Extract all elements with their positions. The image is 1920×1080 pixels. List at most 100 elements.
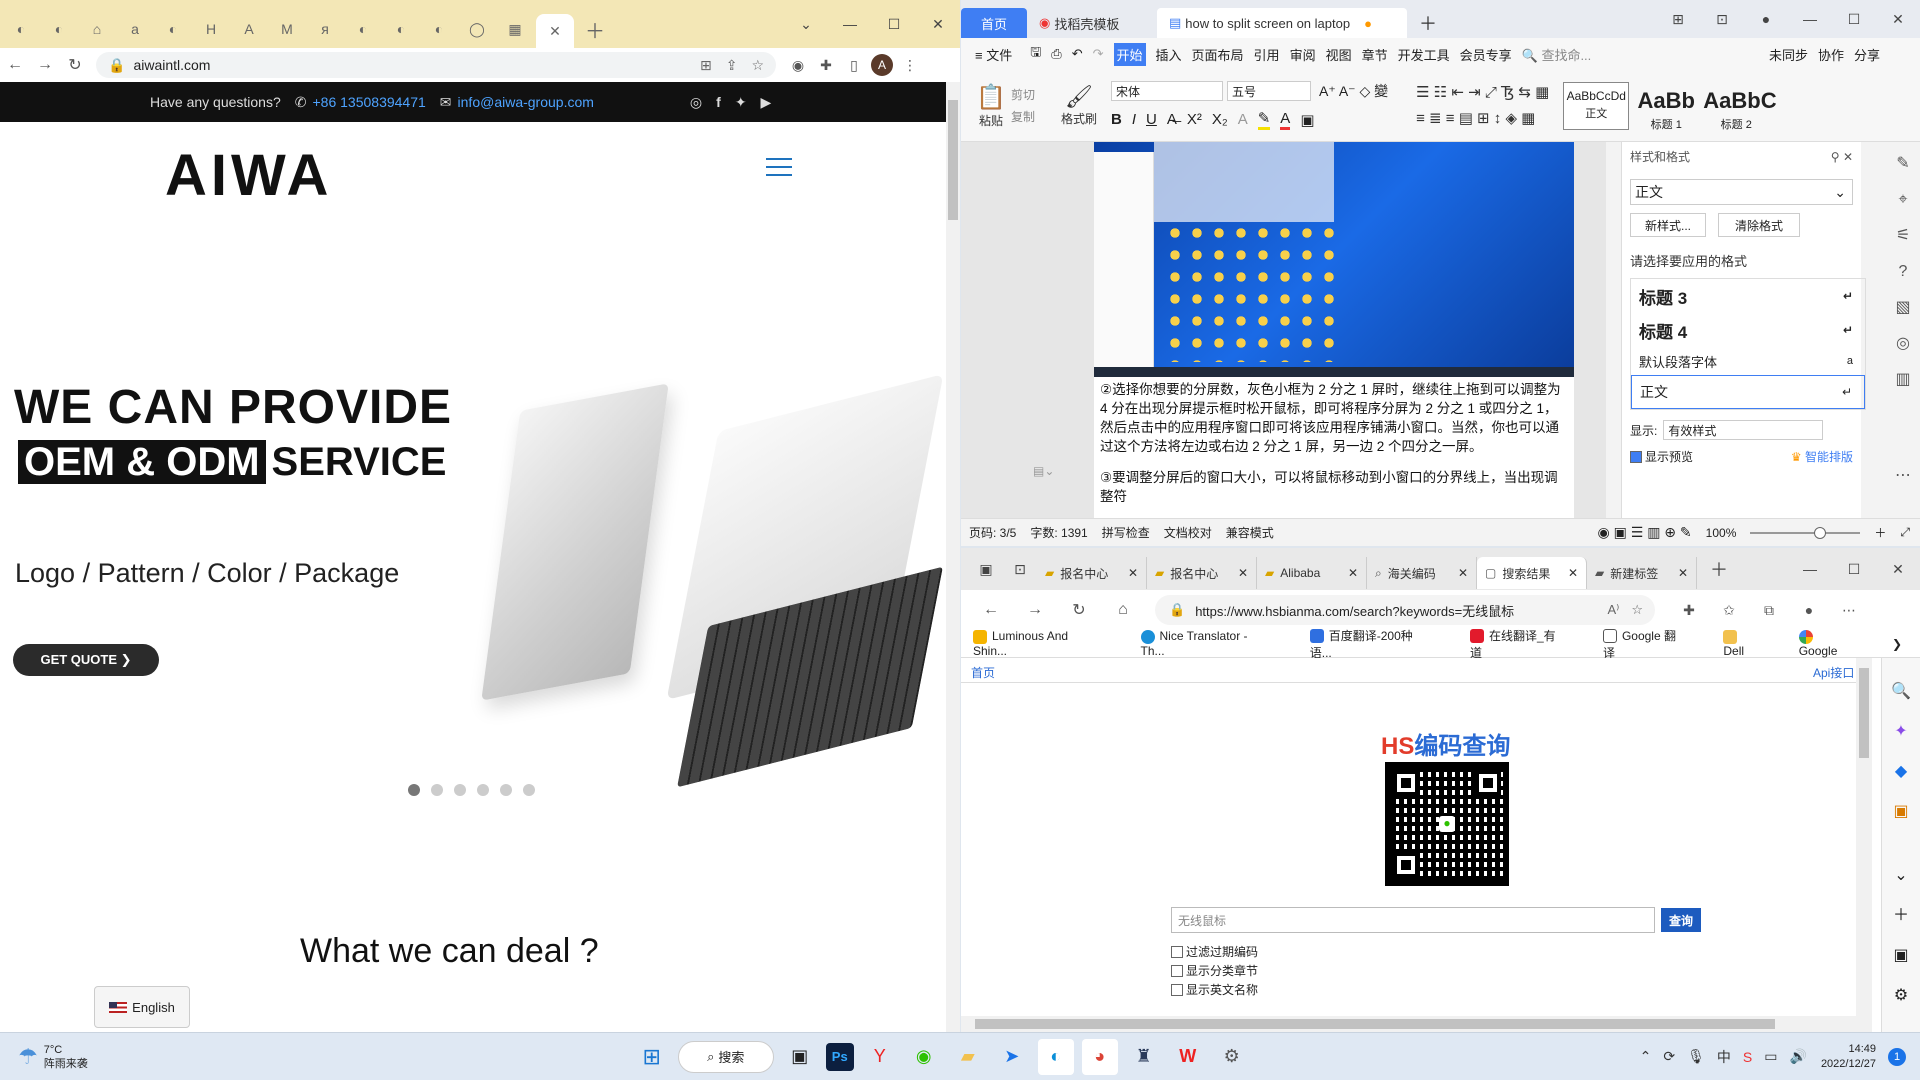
edge-extensions-icon[interactable]: ✚ [1669, 596, 1709, 624]
highlight-button[interactable]: ✎ [1257, 109, 1271, 130]
skin-icon[interactable]: ⊡ [1700, 4, 1744, 34]
location-icon[interactable]: ◎ [1886, 326, 1920, 362]
taskbar-search[interactable]: ⌕ 搜索 [677, 1040, 774, 1073]
edge-new-tab-button[interactable]: ＋ [1697, 554, 1741, 584]
edge-forward-button[interactable]: → [1013, 595, 1057, 625]
chrome-tab[interactable]: ◯ [460, 15, 494, 43]
view-icons[interactable]: ◉ ▣ ☰ ▥ ⊕ ✎ [1598, 524, 1692, 541]
new-style-button[interactable]: 新样式... [1630, 213, 1706, 237]
sidebar-search-icon[interactable]: 🔍 [1882, 672, 1920, 712]
photoshop-icon[interactable]: Ps [825, 1042, 854, 1071]
copy-button[interactable]: 复制 [1011, 106, 1057, 128]
style-normal[interactable]: AaBbCcDd 正文 [1563, 81, 1630, 130]
font-grow-icon[interactable]: A⁺ A⁻ ◇ 變 [1319, 81, 1388, 101]
share-icon[interactable]: ⇪ [726, 57, 738, 74]
facebook-icon[interactable]: f [716, 94, 721, 110]
edge-home-button[interactable]: ⌂ [1101, 595, 1145, 625]
style-item-default-font[interactable]: 默认段落字体 a [1631, 347, 1865, 375]
edge-tab[interactable]: ▰ 报名中心 ✕ [1147, 557, 1257, 589]
youtube-icon[interactable]: ▶ [761, 94, 772, 111]
wps-new-tab-button[interactable]: ＋ [1407, 8, 1449, 38]
current-style-select[interactable]: 正文 ⌄ [1630, 179, 1853, 205]
bookmark-baidu[interactable]: 百度翻译-200种语... [1309, 627, 1452, 661]
wps-tray-icon[interactable]: S [1743, 1049, 1752, 1065]
zoom-level[interactable]: 100% [1706, 526, 1737, 540]
clear-format-icon[interactable]: A [1238, 111, 1248, 128]
extension-colorful-icon[interactable]: ◉ [784, 51, 812, 79]
smart-layout-link[interactable]: ♛ 智能排版 [1791, 448, 1853, 465]
keyword-search-input[interactable]: 无线鼠标 [1171, 907, 1655, 933]
chrome-tab[interactable]: H [194, 15, 228, 43]
carousel-dot[interactable] [431, 784, 443, 796]
tab-search-icon[interactable]: ⌄ [784, 9, 828, 39]
tab-close-icon[interactable]: ✕ [1238, 566, 1248, 580]
style-item-h3[interactable]: 标题 3 ↵ [1631, 279, 1865, 313]
workspaces-icon[interactable]: ⊡ [1003, 554, 1037, 584]
chrome-tab[interactable]: a [118, 15, 152, 43]
settings-taskbar-icon[interactable]: ⚙ [1214, 1039, 1250, 1075]
start-button[interactable]: ⊞ [634, 1039, 670, 1075]
sidebar-layout-icon[interactable]: ▣ [1882, 936, 1920, 976]
clock[interactable]: 14:49 2022/12/27 [1821, 1042, 1876, 1072]
edge-horizontal-scrollbar[interactable] [961, 1016, 1856, 1032]
edge-maximize-button[interactable]: ☐ [1832, 554, 1876, 584]
weather-widget[interactable]: ☂ 7°C 阵雨来袭 [18, 1043, 88, 1071]
sidebar-copilot-icon[interactable]: ✦ [1882, 712, 1920, 752]
sync-icon[interactable]: ⟳ [1663, 1048, 1675, 1065]
close-window-button[interactable]: ✕ [916, 9, 960, 39]
quick-print-icon[interactable]: ⎙ [1051, 46, 1061, 62]
menu-review[interactable]: 审阅 [1290, 45, 1316, 64]
zoom-in-icon[interactable]: ＋ [1874, 524, 1886, 541]
read-aloud-icon[interactable]: A⁾ [1607, 602, 1619, 618]
font-name-select[interactable]: 宋体 [1111, 81, 1223, 101]
edit-style-icon[interactable]: ✎ [1886, 146, 1920, 182]
show-chapters-option[interactable]: 显示分类章节 [1171, 962, 1258, 979]
bookmark-luminous[interactable]: Luminous And Shin... [973, 629, 1123, 658]
collab-button[interactable]: 协作 [1818, 45, 1844, 64]
char-border-button[interactable]: ▣ [1300, 111, 1314, 129]
notification-badge[interactable]: 1 [1888, 1047, 1906, 1066]
wps-document-tab[interactable]: ▤ how to split screen on laptop ● [1157, 8, 1407, 38]
clear-format-button[interactable]: 清除格式 [1718, 213, 1800, 237]
cut-button[interactable]: 剪切 [1011, 84, 1057, 106]
pin-icon[interactable]: ⚲ [1831, 150, 1840, 164]
carousel-dot[interactable] [523, 784, 535, 796]
underline-button[interactable]: U [1146, 111, 1157, 128]
app-game-icon[interactable]: ♜ [1126, 1039, 1162, 1075]
sidebar-add-icon[interactable]: ＋ [1882, 896, 1920, 936]
font-size-select[interactable]: 五号 [1227, 81, 1311, 101]
bookmark-google[interactable]: Google [1798, 629, 1874, 658]
extensions-puzzle-icon[interactable]: ✚ [812, 51, 840, 79]
minimize-button[interactable]: — [828, 9, 872, 39]
wps-taskbar-icon[interactable]: W [1170, 1039, 1206, 1075]
subscript-button[interactable]: X₂ [1212, 111, 1228, 128]
menu-member[interactable]: 会员专享 [1460, 45, 1512, 64]
language-switcher[interactable]: English [94, 986, 190, 1028]
api-link[interactable]: Api接口 [1813, 664, 1854, 681]
checkbox[interactable] [1171, 983, 1183, 996]
new-tab-button[interactable]: ＋ [578, 15, 612, 43]
style-heading1[interactable]: AaBb 标题 1 [1633, 82, 1699, 131]
chrome-tab[interactable]: я [308, 15, 342, 43]
reload-button[interactable]: ↻ [60, 50, 90, 80]
mic-icon[interactable]: 🎙 [1687, 1048, 1705, 1065]
sidebar-tools-icon[interactable]: ▣ [1882, 792, 1920, 832]
page-count[interactable]: 页码: 3/5 [969, 524, 1016, 541]
style-item-h4[interactable]: 标题 4 ↵ [1631, 313, 1865, 347]
edge-tab[interactable]: ▰ Alibaba ✕ [1257, 557, 1367, 589]
chrome-tab[interactable]: ◐ [422, 15, 456, 43]
edge-taskbar-icon[interactable]: ◐ [1037, 1038, 1074, 1075]
menu-dev[interactable]: 开发工具 [1398, 45, 1450, 64]
menu-file[interactable]: ≡ 文件 [975, 45, 1012, 64]
italic-button[interactable]: I [1132, 111, 1136, 128]
phone-link[interactable]: +86 13508394471 [313, 94, 426, 110]
maximize-button[interactable]: ☐ [872, 9, 916, 39]
carousel-dot[interactable] [408, 784, 420, 796]
forward-button[interactable]: → [30, 50, 60, 80]
wps-home-tab[interactable]: 首页 [961, 8, 1027, 38]
layout-icon[interactable]: ⊞ [1656, 4, 1700, 34]
chrome-tab[interactable]: ◐ [384, 15, 418, 43]
page-margin-icon[interactable]: ▤⌄ [1033, 464, 1054, 478]
home-link[interactable]: 首页 [971, 664, 995, 681]
settings-sliders-icon[interactable]: ⚟ [1886, 218, 1920, 254]
